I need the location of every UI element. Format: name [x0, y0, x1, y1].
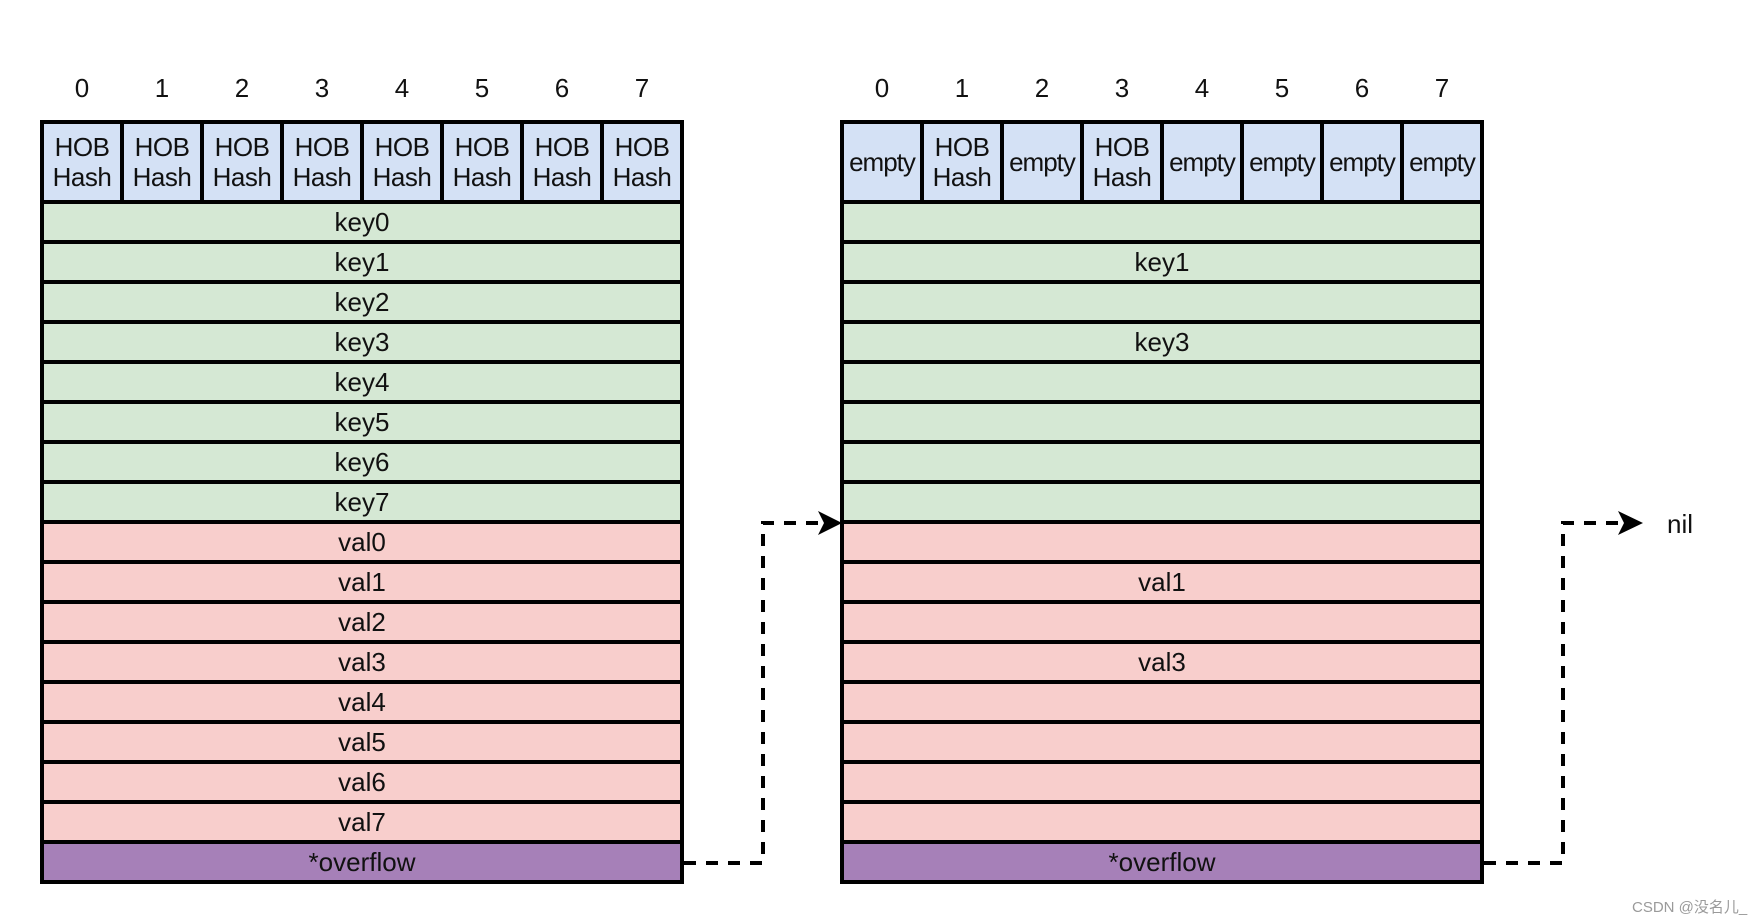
bucket-left: HOB Hash HOB Hash HOB Hash HOB Hash HOB …: [40, 120, 684, 884]
key-row: [844, 284, 1480, 320]
val-row: [844, 724, 1480, 760]
overflow-link-right-to-nil: [1484, 521, 1622, 865]
tophash-cell: HOB Hash: [204, 124, 280, 200]
val-row: [844, 804, 1480, 840]
tophash-cell: empty: [1164, 124, 1240, 200]
val-row: val3: [844, 644, 1480, 680]
tophash-cell: HOB Hash: [924, 124, 1000, 200]
tophash-cell: HOB Hash: [444, 124, 520, 200]
slot-index: 7: [1434, 73, 1450, 103]
tophash-cell: empty: [1244, 124, 1320, 200]
tophash-cell: empty: [844, 124, 920, 200]
val-row: [844, 604, 1480, 640]
slot-index: 4: [394, 73, 410, 103]
val-row: val1: [844, 564, 1480, 600]
key-row: key2: [44, 284, 680, 320]
tophash-cell: empty: [1324, 124, 1400, 200]
key-row: key5: [44, 404, 680, 440]
key-row: key4: [44, 364, 680, 400]
tophash-cell: HOB Hash: [604, 124, 680, 200]
left-bucket-index-row: 0 1 2 3 4 5 6 7: [40, 68, 684, 108]
key-row: [844, 404, 1480, 440]
arrowhead-icon: [1618, 511, 1643, 535]
slot-index: 5: [474, 73, 490, 103]
val-row: [844, 764, 1480, 800]
slot-index: 2: [234, 73, 250, 103]
key-row: key3: [844, 324, 1480, 360]
val-row: [844, 684, 1480, 720]
tophash-cell: HOB Hash: [1084, 124, 1160, 200]
key-row: key1: [44, 244, 680, 280]
key-row: key0: [44, 204, 680, 240]
val-row: val3: [44, 644, 680, 680]
val-row: val1: [44, 564, 680, 600]
arrowhead-icon: [818, 511, 842, 535]
tophash-cell: empty: [1004, 124, 1080, 200]
overflow-link-left-to-right: [684, 521, 822, 865]
key-row: key7: [44, 484, 680, 520]
slot-index: 3: [314, 73, 330, 103]
key-row: key6: [44, 444, 680, 480]
bucket-right: empty HOB Hash empty HOB Hash empty empt…: [840, 120, 1484, 884]
val-row: val7: [44, 804, 680, 840]
tophash-cell: empty: [1404, 124, 1480, 200]
tophash-cell: HOB Hash: [44, 124, 120, 200]
watermark: CSDN @没名儿_: [1632, 899, 1748, 916]
slot-index: 6: [1354, 73, 1370, 103]
val-row: val0: [44, 524, 680, 560]
val-row: val2: [44, 604, 680, 640]
tophash-cell: HOB Hash: [364, 124, 440, 200]
slot-index: 5: [1274, 73, 1290, 103]
key-row: [844, 444, 1480, 480]
nil-label: nil: [1667, 509, 1694, 539]
key-row: [844, 484, 1480, 520]
slot-index: 0: [874, 73, 890, 103]
tophash-cell: HOB Hash: [124, 124, 200, 200]
val-row: [844, 524, 1480, 560]
key-row: key3: [44, 324, 680, 360]
key-row: [844, 364, 1480, 400]
slot-index: 1: [954, 73, 970, 103]
slot-index: 3: [1114, 73, 1130, 103]
slot-index: 7: [634, 73, 650, 103]
tophash-cell: HOB Hash: [284, 124, 360, 200]
slot-index: 6: [554, 73, 570, 103]
overflow-pointer-row: *overflow: [844, 844, 1480, 880]
val-row: val5: [44, 724, 680, 760]
slot-index: 0: [74, 73, 90, 103]
right-bucket-index-row: 0 1 2 3 4 5 6 7: [840, 68, 1484, 108]
val-row: val6: [44, 764, 680, 800]
overflow-pointer-row: *overflow: [44, 844, 680, 880]
val-row: val4: [44, 684, 680, 720]
key-row: key1: [844, 244, 1480, 280]
tophash-cell: HOB Hash: [524, 124, 600, 200]
slot-index: 4: [1194, 73, 1210, 103]
slot-index: 2: [1034, 73, 1050, 103]
key-row: [844, 204, 1480, 240]
slot-index: 1: [154, 73, 170, 103]
